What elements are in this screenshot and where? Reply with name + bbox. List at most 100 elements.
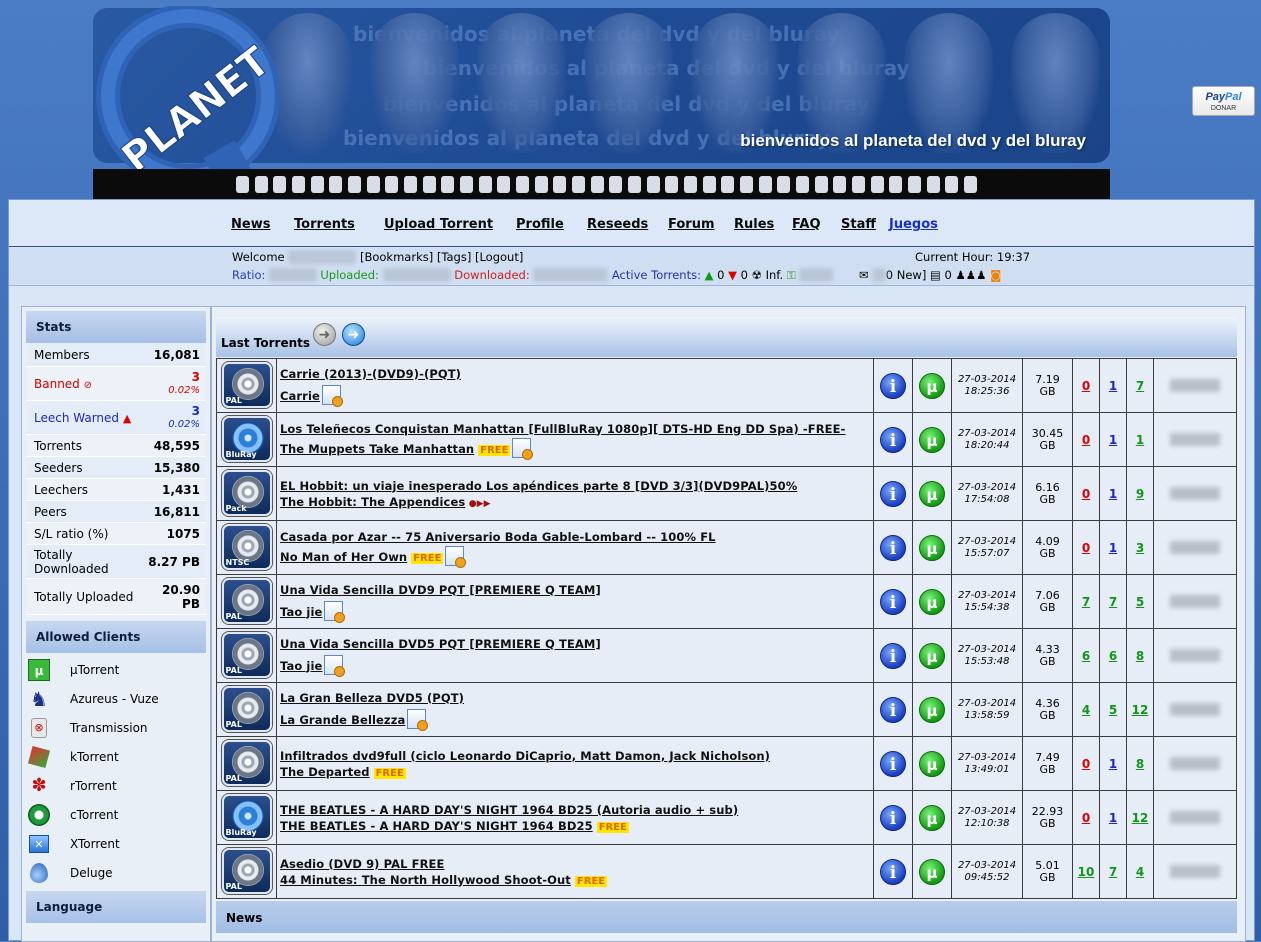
comments-count-link[interactable]: 0 — [1082, 433, 1090, 447]
leechers-count-link[interactable]: 3 — [1136, 541, 1144, 555]
seeders-count-link[interactable]: 1 — [1109, 433, 1117, 447]
planet-logo[interactable]: PLANET — [93, 6, 293, 196]
logout-link[interactable]: [Logout] — [475, 250, 523, 264]
category-dvd-icon[interactable]: PAL — [221, 740, 272, 786]
category-dvd-icon[interactable]: PAL — [221, 362, 272, 408]
leechers-count-link[interactable]: 4 — [1136, 865, 1144, 879]
client-ctorrent[interactable]: cTorrent — [26, 800, 206, 829]
comments-count-link[interactable]: 6 — [1082, 649, 1090, 663]
torrent-original-title-link[interactable]: The Departed — [280, 765, 370, 779]
utorrent-download-icon[interactable]: µ — [919, 534, 945, 561]
nav-juegos[interactable]: Juegos — [889, 217, 938, 232]
torrent-original-title-link[interactable]: Tao jie — [280, 605, 322, 619]
uploader-name-blurred[interactable]: xxxxxxx — [1170, 649, 1220, 662]
uploader-name-blurred[interactable]: xxxxxxx — [1170, 757, 1220, 770]
requests-icon[interactable]: ▤ — [930, 268, 941, 282]
utorrent-download-icon[interactable]: µ — [919, 750, 945, 777]
bookmarks-link[interactable]: [Bookmarks] — [360, 250, 433, 264]
prev-page-arrow-icon[interactable]: ➜ — [313, 323, 336, 346]
leechers-count-link[interactable]: 9 — [1136, 487, 1144, 501]
seeders-count-link[interactable]: 1 — [1109, 379, 1117, 393]
mail-icon[interactable]: ✉ — [859, 268, 869, 282]
uploader-name-blurred[interactable]: xxxxxxx — [1170, 541, 1220, 554]
nfo-note-icon[interactable] — [512, 437, 534, 460]
comments-count-link[interactable]: 0 — [1082, 811, 1090, 825]
uploader-name-blurred[interactable]: xxxxxxx — [1170, 379, 1220, 392]
nav-faq[interactable]: FAQ — [792, 217, 821, 232]
comments-count-link[interactable]: 0 — [1082, 379, 1090, 393]
comments-count-link[interactable]: 10 — [1078, 865, 1095, 879]
uploader-name-blurred[interactable]: xxxxxxx — [1170, 865, 1220, 878]
paypal-donate-button[interactable]: PayPal DONAR — [1192, 86, 1255, 116]
category-dvd-icon[interactable]: Pack — [221, 470, 272, 516]
uploader-name-blurred[interactable]: xxxxxxx — [1170, 811, 1220, 824]
uploader-name-blurred[interactable]: xxxxxxx — [1170, 703, 1220, 716]
seeders-count-link[interactable]: 7 — [1109, 865, 1117, 879]
utorrent-download-icon[interactable]: µ — [919, 480, 945, 507]
nfo-note-icon[interactable] — [324, 654, 346, 677]
info-icon[interactable]: i — [880, 372, 906, 399]
client-ktorrent[interactable]: kTorrent — [26, 742, 206, 771]
torrent-title-link[interactable]: EL Hobbit: un viaje inesperado Los apénd… — [280, 479, 797, 493]
torrent-original-title-link[interactable]: The Muppets Take Manhattan — [280, 442, 474, 456]
utorrent-download-icon[interactable]: µ — [919, 696, 945, 723]
nav-torrents[interactable]: Torrents — [294, 217, 355, 232]
new-messages[interactable]: 0 New] — [886, 268, 927, 282]
nav-forum[interactable]: Forum — [668, 217, 715, 232]
category-dvd-icon[interactable]: NTSC — [221, 524, 272, 570]
info-icon[interactable]: i — [880, 750, 906, 777]
torrent-original-title-link[interactable]: Carrie — [280, 389, 320, 403]
info-icon[interactable]: i — [880, 480, 906, 507]
client-deluge[interactable]: Deluge — [26, 858, 206, 887]
category-cell[interactable]: PAL — [216, 628, 277, 683]
info-icon[interactable]: i — [880, 642, 906, 669]
nfo-note-icon[interactable] — [445, 545, 467, 568]
client-rtorrent[interactable]: ✽ rTorrent — [26, 771, 206, 800]
leechers-count-link[interactable]: 12 — [1132, 703, 1149, 717]
category-dvd-icon[interactable]: PAL — [221, 848, 272, 894]
category-bluray-icon[interactable]: BluRay — [221, 416, 272, 462]
torrent-title-link[interactable]: Carrie (2013)-(DVD9)-(PQT) — [280, 367, 461, 381]
client-azureus[interactable]: ♞ Azureus - Vuze — [26, 684, 206, 713]
torrent-title-link[interactable]: THE BEATLES - A HARD DAY'S NIGHT 1964 BD… — [280, 803, 738, 817]
seeders-count-link[interactable]: 1 — [1109, 487, 1117, 501]
client-utorrent[interactable]: µ μTorrent — [26, 655, 206, 684]
utorrent-download-icon[interactable]: µ — [919, 372, 945, 399]
seeders-count-link[interactable]: 7 — [1109, 595, 1117, 609]
category-dvd-icon[interactable]: PAL — [221, 632, 272, 678]
torrent-title-link[interactable]: Asedio (DVD 9) PAL FREE — [280, 857, 444, 871]
torrent-original-title-link[interactable]: No Man of Her Own — [280, 550, 407, 564]
comments-count-link[interactable]: 0 — [1082, 487, 1090, 501]
torrent-title-link[interactable]: Los Teleñecos Conquistan Manhattan [Full… — [280, 422, 845, 436]
category-cell[interactable]: PAL — [216, 574, 277, 629]
torrent-original-title-link[interactable]: 44 Minutes: The North Hollywood Shoot-Ou… — [280, 873, 571, 887]
nav-upload-torrent[interactable]: Upload Torrent — [384, 217, 493, 232]
tags-link[interactable]: [Tags] — [437, 250, 471, 264]
nfo-note-icon[interactable] — [324, 600, 346, 623]
info-icon[interactable]: i — [880, 588, 906, 615]
torrent-title-link[interactable]: La Gran Belleza DVD5 (PQT) — [280, 691, 464, 705]
comments-count-link[interactable]: 0 — [1082, 757, 1090, 771]
leechers-count-link[interactable]: 7 — [1136, 379, 1144, 393]
client-transmission[interactable]: ⊗ Transmission — [26, 713, 206, 742]
info-icon[interactable]: i — [880, 534, 906, 561]
info-icon[interactable]: i — [880, 426, 906, 453]
username-blurred[interactable]: xxxxxxxxxx — [288, 250, 357, 264]
torrent-original-title-link[interactable]: Tao jie — [280, 659, 322, 673]
leechers-count-link[interactable]: 8 — [1136, 757, 1144, 771]
utorrent-download-icon[interactable]: µ — [919, 642, 945, 669]
utorrent-download-icon[interactable]: µ — [919, 426, 945, 453]
category-dvd-icon[interactable]: PAL — [221, 686, 272, 732]
category-cell[interactable]: BluRay — [216, 412, 277, 467]
torrent-title-link[interactable]: Una Vida Sencilla DVD5 PQT [PREMIERE Q T… — [280, 637, 601, 651]
comments-count-link[interactable]: 7 — [1082, 595, 1090, 609]
category-cell[interactable]: PAL — [216, 736, 277, 791]
nfo-note-icon[interactable] — [407, 708, 429, 731]
torrent-title-link[interactable]: Infiltrados dvd9full (ciclo Leonardo DiC… — [280, 749, 770, 763]
category-dvd-icon[interactable]: PAL — [221, 578, 272, 624]
category-cell[interactable]: PAL — [216, 358, 277, 413]
torrent-title-link[interactable]: Una Vida Sencilla DVD9 PQT [PREMIERE Q T… — [280, 583, 601, 597]
uploader-name-blurred[interactable]: xxxxxxx — [1170, 487, 1220, 500]
category-cell[interactable]: NTSC — [216, 520, 277, 575]
category-cell[interactable]: PAL — [216, 844, 277, 899]
